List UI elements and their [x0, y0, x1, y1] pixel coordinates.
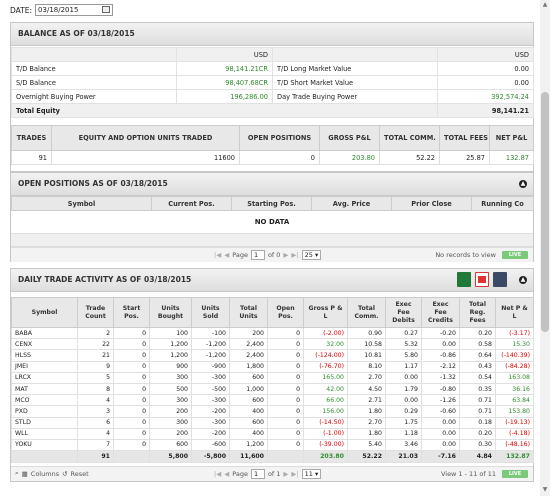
trades-summary-row: 91 11600 0 203.80 52.22 25.87 132.87: [11, 150, 534, 165]
table-row[interactable]: PXD 3 0 200 -200 400 0 156.00 1.80 0.29 -0.60 0.71 1…: [11, 405, 534, 418]
records-status: No records to view: [435, 251, 496, 259]
daily-activity-table: Symbol Trade Count Start Pos. Units Bought U…: [11, 297, 534, 464]
balance-row: S/D Balance 98,407.68CR T/D Short Market…: [11, 75, 534, 90]
trades-summary-table: TRADES EQUITY AND OPTION UNITS TRADED OP…: [11, 125, 534, 165]
collapse-icon[interactable]: ▲: [519, 276, 527, 284]
date-label: DATE:: [10, 5, 33, 15]
balance-table: USD USD T/D Balance 98,141.21CR T/D Long…: [11, 47, 534, 118]
scroll-row: [11, 234, 533, 247]
export-toolbar: [457, 272, 507, 287]
reset-icon[interactable]: ↺: [62, 470, 67, 478]
column-header[interactable]: Units Bought: [149, 297, 192, 328]
table-row[interactable]: WLL 4 0 200 -200 400 0 (-1.00) 1.80 1.18 0.00 0.20(…: [11, 427, 534, 440]
column-header[interactable]: Exec Fee Credits: [421, 297, 460, 328]
daily-pager: ⌕ ▦ Columns ↺ Reset |◀ ◀ Page 1 of 1 ▶ ▶…: [11, 466, 533, 481]
column-header[interactable]: Symbol: [11, 297, 78, 328]
calendar-icon[interactable]: [102, 6, 111, 13]
daily-activity-title: DAILY TRADE ACTIVITY AS OF 03/18/2015 ▲: [11, 269, 533, 292]
live-badge: LIVE: [502, 470, 528, 478]
date-row: DATE: 03/18/2015: [10, 3, 114, 17]
table-row[interactable]: MCO 4 0 300 -300 600 0 66.00 2.71 0.00 -1.26 0.71 63…: [11, 394, 534, 407]
balance-title: BALANCE AS OF 03/18/2015: [11, 23, 533, 46]
scroll-down-icon[interactable]: ▼: [541, 487, 549, 493]
column-header[interactable]: Total Reg. Fees: [459, 297, 496, 328]
table-row[interactable]: YOKU 7 0 600 -600 1,200 0 (-39.00) 5.40 3.46 0.00 0…: [11, 438, 534, 452]
print-icon[interactable]: [493, 272, 507, 287]
date-value: 03/18/2015: [38, 6, 79, 14]
next-page-icon[interactable]: ▶: [283, 470, 288, 478]
date-input[interactable]: 03/18/2015: [35, 4, 114, 16]
open-positions-table: Symbol Current Pos. Starting Pos. Avg. P…: [11, 196, 534, 211]
first-page-icon[interactable]: |◀: [214, 470, 221, 478]
open-positions-panel: OPEN POSITIONS AS OF 03/18/2015 ▲ Symbol…: [10, 172, 534, 262]
scroll-up-icon[interactable]: ▲: [541, 2, 549, 8]
last-page-icon[interactable]: ▶|: [291, 470, 298, 478]
reset-button[interactable]: Reset: [71, 470, 89, 478]
prev-page-icon[interactable]: ◀: [224, 251, 229, 259]
column-header[interactable]: Total Units: [229, 297, 268, 328]
table-row[interactable]: LRCX 5 0 300 -300 600 0 165.00 2.70 0.00 -1.32 0.54…: [11, 371, 534, 384]
balance-panel: BALANCE AS OF 03/18/2015 USD USD T/D Bal…: [10, 22, 534, 172]
search-icon[interactable]: ⌕: [15, 469, 19, 478]
open-positions-pager: |◀ ◀ Page 1 of 0 ▶ ▶| 25 ▾ No records to…: [11, 247, 533, 262]
column-header[interactable]: Start Pos.: [113, 297, 150, 328]
records-status: View 1 - 11 of 11: [440, 470, 496, 478]
column-header[interactable]: Exec Fee Debits: [385, 297, 422, 328]
column-header[interactable]: Gross P & L: [303, 297, 348, 328]
prev-page-icon[interactable]: ◀: [224, 470, 229, 478]
table-row[interactable]: HLSS 21 0 1,200 -1,200 2,400 0 (-124.00) 10.81 5.…: [11, 349, 534, 362]
columns-button[interactable]: Columns: [31, 470, 59, 478]
table-row[interactable]: CENX 22 0 1,200 -1,200 2,400 0 32.00 10.58 5.32 0.…: [11, 338, 534, 351]
balance-row: Overnight Buying Power 196,286.00 Day Tr…: [11, 89, 534, 104]
page-input[interactable]: 1: [250, 250, 265, 260]
open-positions-title: OPEN POSITIONS AS OF 03/18/2015 ▲: [11, 173, 533, 196]
first-page-icon[interactable]: |◀: [214, 251, 221, 259]
page-size-select[interactable]: 25 ▾: [301, 250, 322, 260]
table-row[interactable]: MAT 8 0 500 -500 1,000 0 42.00 4.50 1.79 -0.80 0.35…: [11, 382, 534, 396]
last-page-icon[interactable]: ▶|: [291, 251, 298, 259]
currency-header: USD: [176, 47, 273, 62]
next-page-icon[interactable]: ▶: [283, 251, 288, 259]
columns-icon[interactable]: ▦: [22, 470, 28, 478]
collapse-icon[interactable]: ▲: [519, 180, 527, 188]
table-row[interactable]: JMEI 9 0 900 -900 1,800 0 (-76.70) 8.10 1.17 -2.12…: [11, 360, 534, 373]
column-header[interactable]: Total Comm.: [347, 297, 386, 328]
total-row: 91 5,800 -5,800 11,600 203.80 52.22 21.03 -7.16…: [11, 450, 534, 464]
excel-icon[interactable]: [457, 272, 471, 287]
balance-row: T/D Balance 98,141.21CR T/D Long Market …: [11, 61, 534, 76]
page-input[interactable]: 1: [250, 469, 265, 479]
total-equity-row: Total Equity 98,141.21: [11, 103, 534, 118]
column-header[interactable]: Open Pos.: [267, 297, 304, 328]
table-row[interactable]: BABA 2 0 100 -100 200 0 (-2.00) 0.90 0.27 -0.20 0.2…: [11, 326, 534, 340]
scroll-thumb[interactable]: [541, 92, 549, 332]
page-size-select[interactable]: 11 ▾: [301, 469, 322, 479]
currency-header: USD: [437, 47, 534, 62]
daily-header-row: Symbol Trade Count Start Pos. Units Bought U…: [11, 297, 534, 328]
column-header[interactable]: Trade Count: [77, 297, 114, 328]
column-header[interactable]: Units Sold: [191, 297, 230, 328]
pdf-icon[interactable]: [475, 272, 489, 287]
live-badge: LIVE: [502, 251, 528, 259]
no-data-message: NO DATA: [11, 211, 533, 234]
table-row[interactable]: STLD 6 0 300 -300 600 0 (-14.50) 2.70 1.75 0.00 0.1…: [11, 416, 534, 429]
column-header[interactable]: Net P & L: [495, 297, 534, 328]
daily-activity-panel: DAILY TRADE ACTIVITY AS OF 03/18/2015 ▲ …: [10, 268, 534, 482]
